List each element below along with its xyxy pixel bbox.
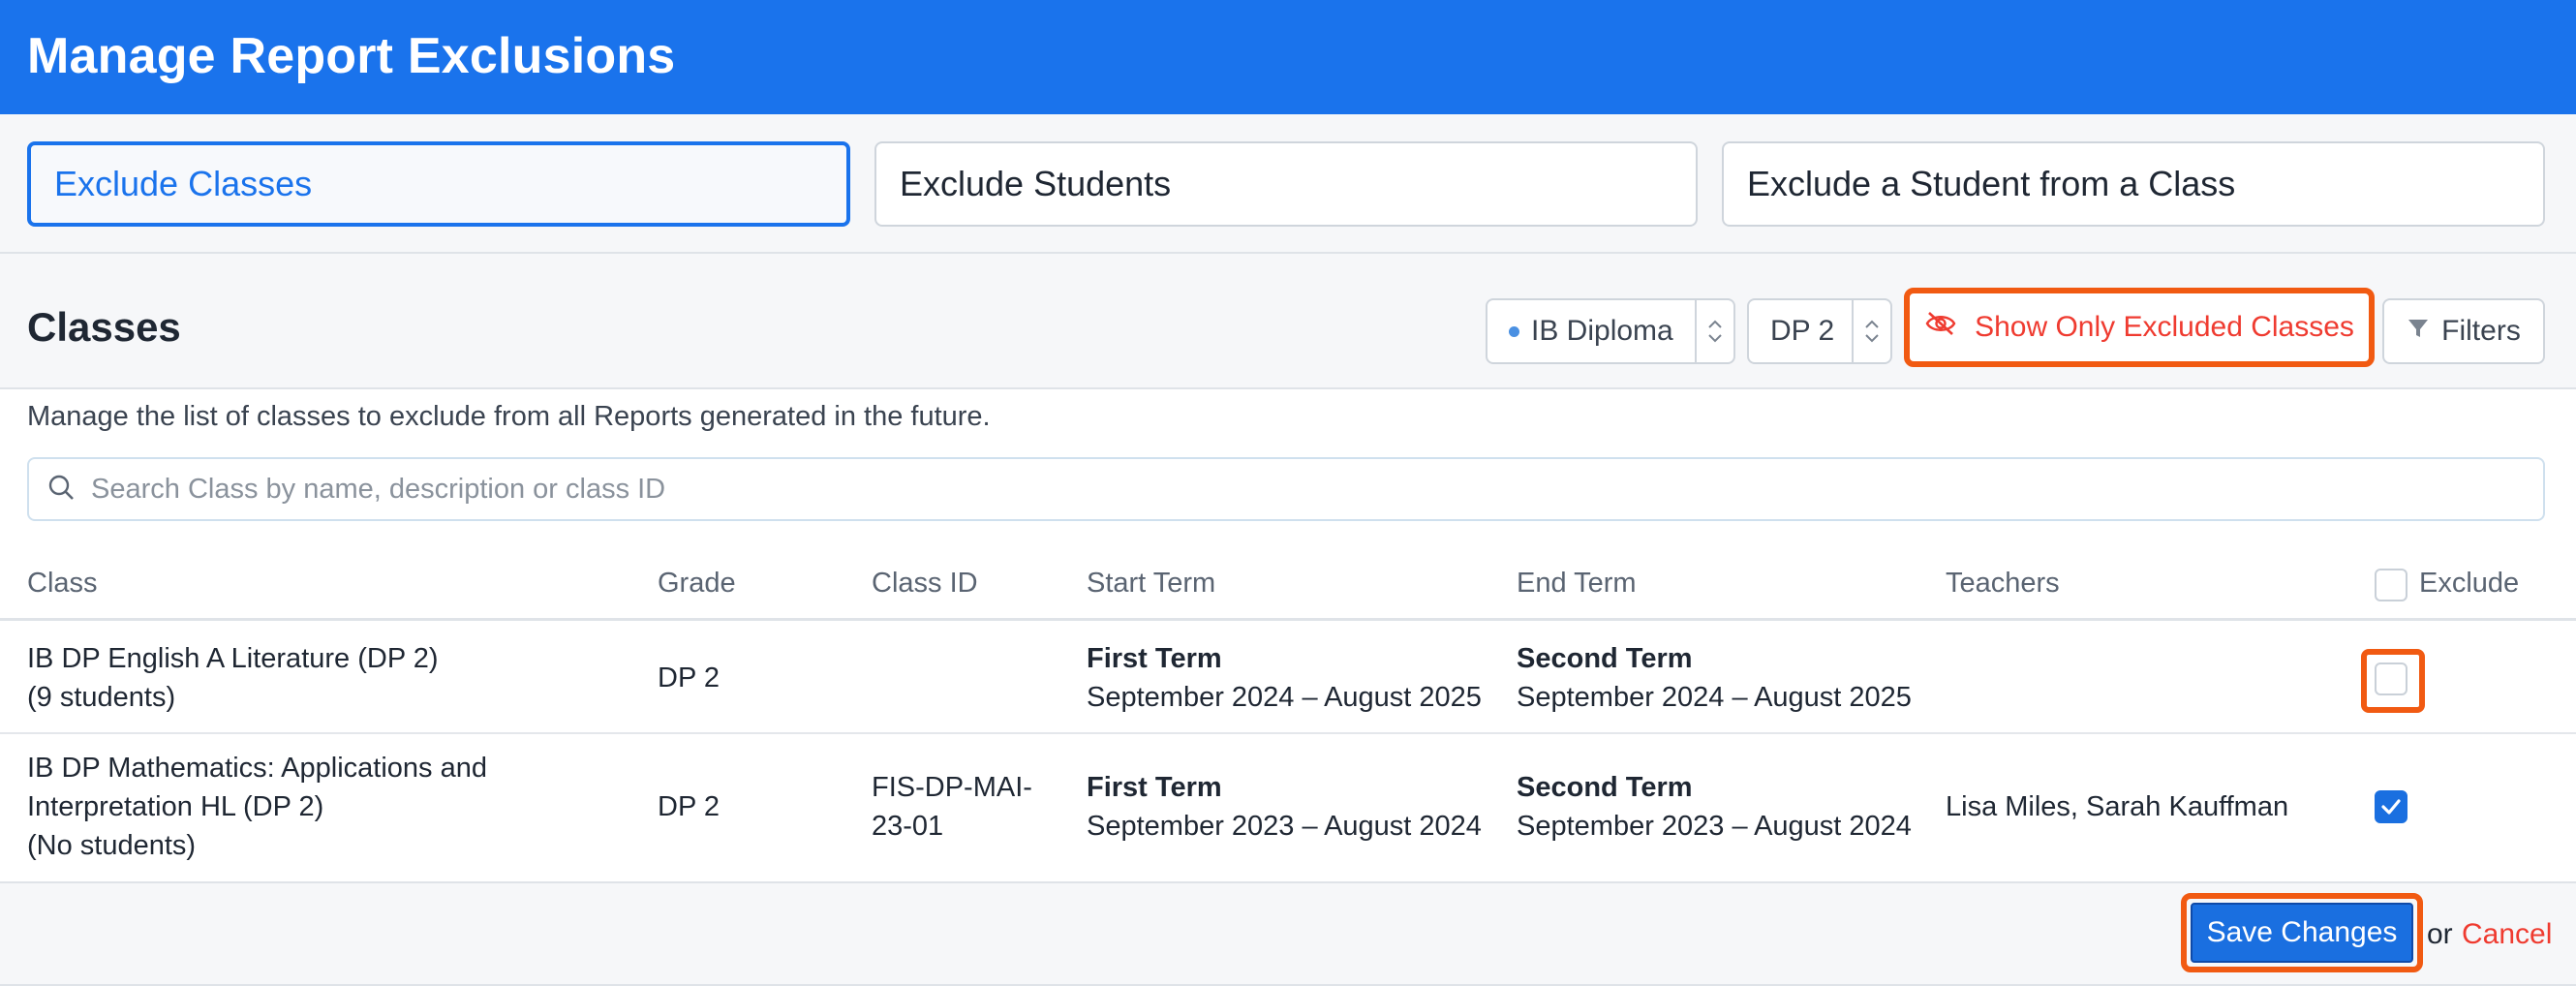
eye-slash-icon	[1924, 310, 1975, 345]
selected-dot-icon	[1509, 325, 1519, 337]
row-divider	[0, 732, 2576, 734]
column-header-start-term: Start Term	[1087, 568, 1216, 599]
class-name: IB DP Mathematics: Applications and Inte…	[27, 753, 487, 861]
column-header-teachers: Teachers	[1946, 568, 2060, 599]
checkmark-icon	[2381, 799, 2401, 815]
exclude-checkbox[interactable]	[2375, 662, 2407, 695]
class-grade: DP 2	[658, 791, 720, 822]
column-header-exclude: Exclude	[2419, 568, 2520, 599]
start-term: First Term September 2024 – August 2025	[1087, 643, 1482, 713]
classes-toolbar: Classes IB Diploma DP 2 Show Only Exclud…	[0, 254, 2576, 389]
select-all-exclude-checkbox[interactable]	[2375, 569, 2407, 601]
program-select-value: IB Diploma	[1531, 315, 1673, 347]
column-header-class-id: Class ID	[872, 568, 978, 599]
column-header-end-term: End Term	[1517, 568, 1637, 599]
tab-exclude-students[interactable]: Exclude Students	[874, 141, 1698, 227]
end-term: Second Term September 2024 – August 2025	[1517, 643, 1912, 713]
tab-exclude-student-from-class[interactable]: Exclude a Student from a Class	[1722, 141, 2545, 227]
grade-select-value: DP 2	[1770, 315, 1835, 347]
show-only-excluded-label: Show Only Excluded Classes	[1975, 311, 2354, 343]
select-stepper-icon	[1852, 300, 1890, 362]
cancel-link[interactable]: Cancel	[2462, 918, 2552, 951]
search-icon	[29, 473, 91, 507]
page-title: Manage Report Exclusions	[27, 28, 676, 84]
end-term: Second Term September 2023 – August 2024	[1517, 772, 1912, 842]
exclude-checkbox[interactable]	[2375, 790, 2407, 823]
table-header-divider	[0, 618, 2576, 621]
class-teachers: Lisa Miles, Sarah Kauffman	[1946, 791, 2289, 822]
save-changes-button[interactable]: Save Changes	[2191, 903, 2413, 963]
column-header-class: Class	[27, 568, 98, 599]
class-name: IB DP English A Literature (DP 2) (9 stu…	[27, 643, 439, 713]
or-text: or	[2427, 918, 2453, 950]
filters-label: Filters	[2441, 315, 2521, 347]
class-id: FIS-DP-MAI- 23-01	[872, 772, 1032, 842]
page-header: Manage Report Exclusions	[0, 0, 2576, 114]
form-footer: Save Changes or Cancel	[0, 881, 2576, 986]
class-search-field[interactable]	[27, 457, 2545, 521]
filter-icon	[2407, 315, 2441, 348]
tab-exclude-classes[interactable]: Exclude Classes	[27, 141, 850, 227]
column-header-grade: Grade	[658, 568, 736, 599]
grade-select[interactable]: DP 2	[1747, 298, 1892, 364]
show-only-excluded-button[interactable]: Show Only Excluded Classes	[1904, 288, 2375, 367]
select-stepper-icon	[1695, 300, 1733, 362]
section-title: Classes	[27, 304, 181, 350]
filters-button[interactable]: Filters	[2382, 298, 2545, 364]
search-input[interactable]	[91, 473, 2512, 506]
class-grade: DP 2	[658, 662, 720, 693]
section-description: Manage the list of classes to exclude fr…	[27, 401, 991, 432]
program-select[interactable]: IB Diploma	[1486, 298, 1735, 364]
start-term: First Term September 2023 – August 2024	[1087, 772, 1482, 842]
tabs-bar: Exclude Classes Exclude Students Exclude…	[0, 114, 2576, 254]
